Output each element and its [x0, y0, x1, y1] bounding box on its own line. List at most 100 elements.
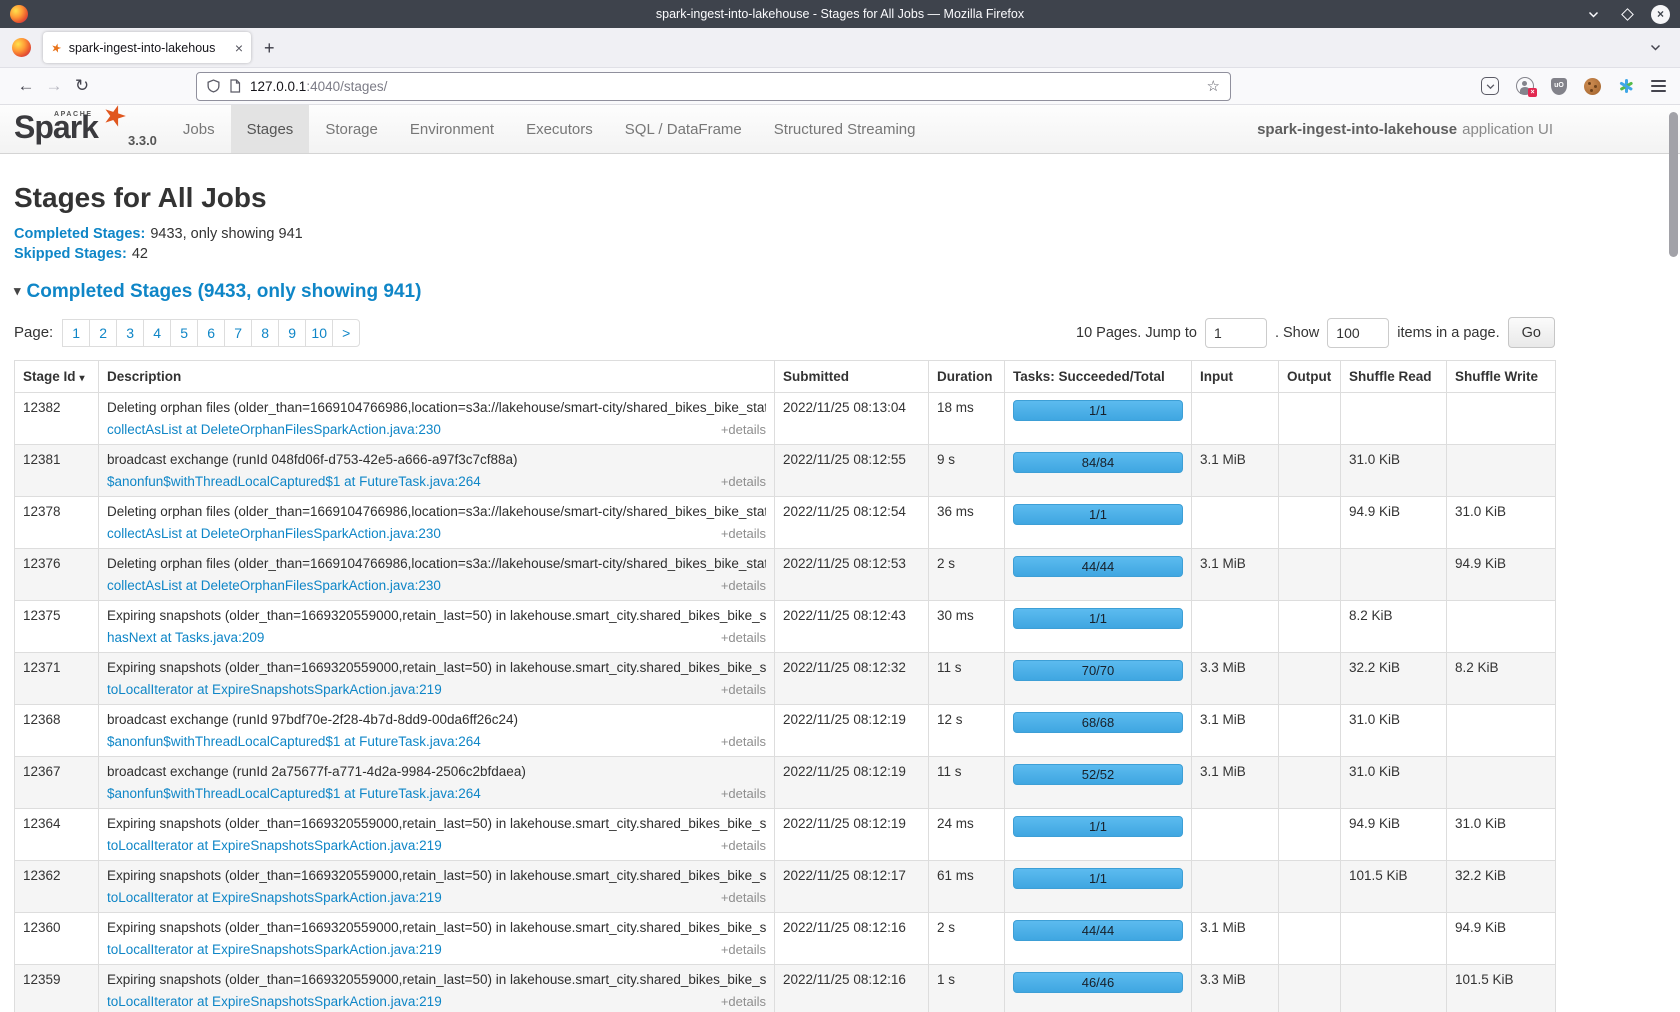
column-header[interactable]: Shuffle Read — [1341, 361, 1447, 393]
new-tab-button[interactable]: + — [264, 39, 275, 57]
column-header[interactable]: Input — [1192, 361, 1279, 393]
window-maximize-button[interactable] — [1617, 4, 1637, 24]
forward-button[interactable]: → — [40, 76, 68, 96]
page-number-button[interactable]: 10 — [305, 319, 333, 347]
stage-detail-link[interactable]: toLocalIterator at ExpireSnapshotsSparkA… — [107, 942, 442, 957]
details-toggle[interactable]: +details — [721, 890, 766, 905]
stage-detail-link[interactable]: collectAsList at DeleteOrphanFilesSparkA… — [107, 422, 441, 437]
extension-asterisk-icon[interactable] — [1618, 78, 1634, 94]
output-cell — [1279, 601, 1341, 653]
duration-cell: 24 ms — [929, 809, 1005, 861]
stage-detail-link[interactable]: $anonfun$withThreadLocalCaptured$1 at Fu… — [107, 474, 481, 489]
stage-detail-link[interactable]: toLocalIterator at ExpireSnapshotsSparkA… — [107, 838, 442, 853]
menu-hamburger-icon[interactable] — [1651, 80, 1666, 91]
details-toggle[interactable]: +details — [721, 474, 766, 489]
stage-id-cell: 12371 — [15, 653, 99, 705]
nav-item[interactable]: Environment — [394, 105, 510, 153]
nav-item[interactable]: Jobs — [167, 105, 231, 153]
tasks-progress-bar: 1/1 — [1013, 816, 1183, 837]
page-number-button[interactable]: 3 — [116, 319, 144, 347]
stage-detail-link[interactable]: toLocalIterator at ExpireSnapshotsSparkA… — [107, 682, 442, 697]
column-header[interactable]: Submitted — [775, 361, 929, 393]
bookmark-star-icon[interactable]: ☆ — [1207, 77, 1220, 95]
details-toggle[interactable]: +details — [721, 578, 766, 593]
tasks-progress-bar: 44/44 — [1013, 556, 1183, 577]
nav-item[interactable]: Executors — [510, 105, 609, 153]
list-tabs-chevron-icon[interactable] — [1649, 41, 1662, 54]
column-header[interactable]: Tasks: Succeeded/Total — [1005, 361, 1192, 393]
tasks-progress-bar: 70/70 — [1013, 660, 1183, 681]
details-toggle[interactable]: +details — [721, 734, 766, 749]
stage-row: 12376 Deleting orphan files (older_than=… — [15, 549, 1556, 601]
column-header[interactable]: Duration — [929, 361, 1005, 393]
column-header[interactable]: Output — [1279, 361, 1341, 393]
items-per-page-input[interactable] — [1327, 318, 1389, 348]
spark-brand[interactable]: APACHE Spark ★ 3.3.0 — [0, 105, 167, 153]
go-button[interactable]: Go — [1508, 317, 1555, 348]
column-header[interactable]: Shuffle Write — [1447, 361, 1556, 393]
page-number-button[interactable]: 8 — [251, 319, 279, 347]
input-cell — [1192, 601, 1279, 653]
details-toggle[interactable]: +details — [721, 422, 766, 437]
details-toggle[interactable]: +details — [721, 786, 766, 801]
stage-id-cell: 12368 — [15, 705, 99, 757]
details-toggle[interactable]: +details — [721, 630, 766, 645]
stage-detail-link[interactable]: toLocalIterator at ExpireSnapshotsSparkA… — [107, 994, 442, 1009]
window-close-button[interactable]: × — [1651, 5, 1670, 24]
shuffle-write-cell: 31.0 KiB — [1447, 809, 1556, 861]
jump-to-page-input[interactable] — [1205, 318, 1267, 348]
shuffle-read-cell: 31.0 KiB — [1341, 757, 1447, 809]
completed-stages-section-header[interactable]: ▾Completed Stages (9433, only showing 94… — [14, 281, 1555, 303]
ublock-shield-icon[interactable]: uO — [1551, 78, 1567, 95]
tab-close-icon[interactable]: × — [235, 41, 243, 55]
back-button[interactable]: ← — [12, 76, 40, 96]
window-minimize-button[interactable] — [1583, 4, 1603, 24]
nav-item[interactable]: Stages — [231, 105, 310, 153]
output-cell — [1279, 393, 1341, 445]
description-cell: Expiring snapshots (older_than=166932055… — [99, 913, 775, 965]
page-number-button[interactable]: 5 — [170, 319, 198, 347]
page-number-button[interactable]: 7 — [224, 319, 252, 347]
account-icon[interactable]: × — [1516, 77, 1534, 95]
nav-item[interactable]: SQL / DataFrame — [609, 105, 758, 153]
stage-detail-link[interactable]: collectAsList at DeleteOrphanFilesSparkA… — [107, 526, 441, 541]
reload-button[interactable]: ↻ — [68, 76, 96, 96]
page-number-button[interactable]: > — [332, 319, 360, 347]
page-number-button[interactable]: 1 — [62, 319, 90, 347]
page-info-icon[interactable] — [229, 79, 241, 93]
stage-detail-link[interactable]: collectAsList at DeleteOrphanFilesSparkA… — [107, 578, 441, 593]
output-cell — [1279, 757, 1341, 809]
nav-item[interactable]: Structured Streaming — [758, 105, 932, 153]
page-number-button[interactable]: 4 — [143, 319, 171, 347]
nav-item[interactable]: Storage — [309, 105, 394, 153]
page-number-button[interactable]: 2 — [89, 319, 117, 347]
column-header[interactable]: Stage Id▾ — [15, 361, 99, 393]
submitted-cell: 2022/11/25 08:12:43 — [775, 601, 929, 653]
browser-tab[interactable]: ★ spark-ingest-into-lakehous × — [43, 32, 251, 63]
page-scrollbar-thumb[interactable] — [1669, 112, 1678, 257]
stage-detail-link[interactable]: toLocalIterator at ExpireSnapshotsSparkA… — [107, 890, 442, 905]
summary-line: Completed Stages:9433, only showing 941 — [14, 224, 1555, 244]
stage-detail-link[interactable]: $anonfun$withThreadLocalCaptured$1 at Fu… — [107, 734, 481, 749]
page-number-button[interactable]: 6 — [197, 319, 225, 347]
column-header[interactable]: Description — [99, 361, 775, 393]
output-cell — [1279, 861, 1341, 913]
details-toggle[interactable]: +details — [721, 838, 766, 853]
submitted-cell: 2022/11/25 08:12:55 — [775, 445, 929, 497]
details-toggle[interactable]: +details — [721, 526, 766, 541]
details-toggle[interactable]: +details — [721, 682, 766, 697]
stage-detail-link[interactable]: $anonfun$withThreadLocalCaptured$1 at Fu… — [107, 786, 481, 801]
cookie-extension-icon[interactable] — [1584, 78, 1601, 95]
stage-detail-link[interactable]: hasNext at Tasks.java:209 — [107, 630, 264, 645]
page-number-button[interactable]: 9 — [278, 319, 306, 347]
shuffle-write-cell: 94.9 KiB — [1447, 913, 1556, 965]
details-toggle[interactable]: +details — [721, 994, 766, 1009]
stage-description: Expiring snapshots (older_than=166932055… — [107, 608, 766, 623]
stage-row: 12371 Expiring snapshots (older_than=166… — [15, 653, 1556, 705]
firefox-view-icon[interactable] — [12, 38, 31, 57]
details-toggle[interactable]: +details — [721, 942, 766, 957]
items-label: items in a page. — [1397, 325, 1499, 341]
spark-favicon-icon: ★ — [50, 40, 64, 54]
pocket-icon[interactable] — [1481, 77, 1499, 95]
url-bar[interactable]: 127.0.0.1:4040/stages/ ☆ — [196, 72, 1231, 101]
